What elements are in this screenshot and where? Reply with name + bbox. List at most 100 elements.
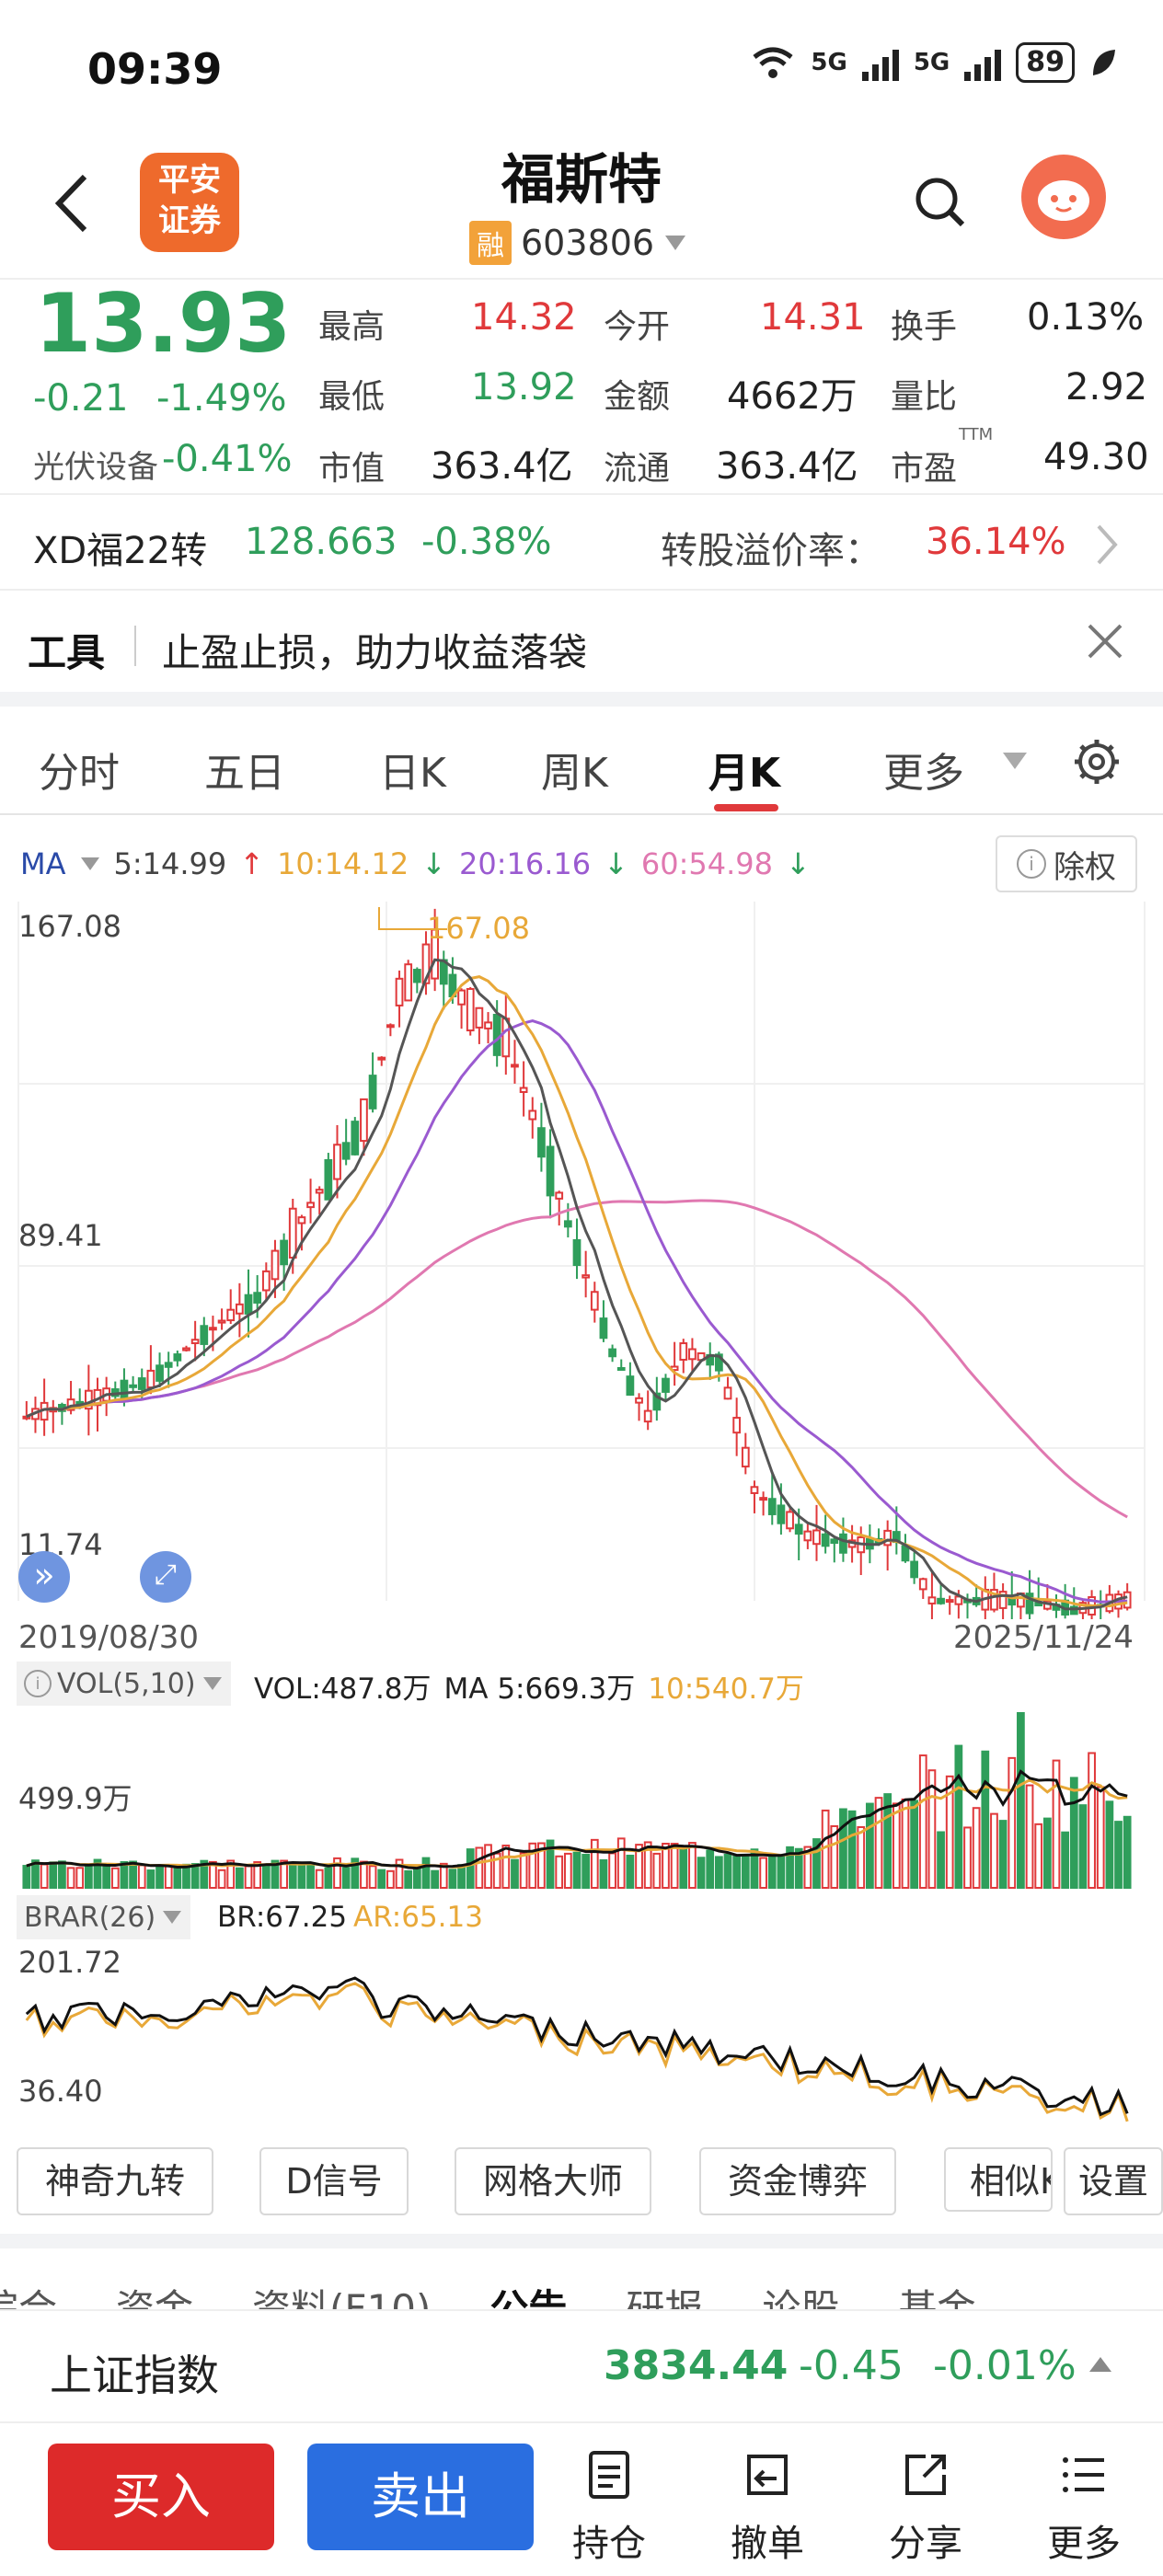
tab-more[interactable]: 更多 xyxy=(883,740,964,799)
volume-bar xyxy=(448,1869,457,1889)
share-label: 分享 xyxy=(889,2523,962,2565)
sector-name[interactable]: 光伏设备 xyxy=(33,442,158,487)
tool-separator xyxy=(134,626,136,666)
cancel-order-button[interactable]: 撤单 xyxy=(703,2447,832,2567)
tab-announcement[interactable]: 公告 xyxy=(489,2278,567,2309)
undo-icon xyxy=(747,2455,788,2495)
chip-d-signal[interactable]: D信号 xyxy=(259,2147,409,2215)
candle xyxy=(492,1014,501,1056)
chevron-down-icon xyxy=(202,1677,222,1690)
tab-f10[interactable]: 资料(F10) xyxy=(252,2278,431,2309)
volume-bar xyxy=(431,1869,440,1890)
close-icon[interactable] xyxy=(1086,622,1124,661)
quote-divider xyxy=(0,493,1163,495)
tab-forum[interactable]: 论股 xyxy=(762,2278,839,2309)
chip-grid-master[interactable]: 网格大师 xyxy=(455,2147,651,2215)
volume-bar xyxy=(918,1754,927,1889)
tab-research[interactable]: 研报 xyxy=(626,2278,703,2309)
candle xyxy=(412,969,421,983)
index-name: 上证指数 xyxy=(50,2351,219,2400)
chip-similar-k-label: 相似K xyxy=(970,2161,1051,2202)
volume-bar xyxy=(1017,1712,1025,1889)
volume-bar xyxy=(723,1853,732,1889)
share-button[interactable]: 分享 xyxy=(861,2447,990,2567)
chip-fund-game[interactable]: 资金博弈 xyxy=(699,2147,896,2215)
stock-name: 福斯特 xyxy=(501,148,662,211)
volume-bar xyxy=(49,1861,58,1889)
candle xyxy=(368,1075,377,1110)
volume-bar xyxy=(697,1857,706,1889)
margin-badge: 融 xyxy=(469,221,512,265)
bond-premium: 36.14% xyxy=(926,521,1066,563)
chip-similar-k[interactable]: 相似K xyxy=(944,2147,1053,2212)
bond-name: XD福22转 xyxy=(33,530,208,572)
volume-bar xyxy=(120,1861,129,1890)
sell-button[interactable]: 卖出 xyxy=(307,2444,534,2550)
volume-bar xyxy=(102,1863,111,1890)
candle xyxy=(546,1145,555,1197)
share-icon xyxy=(905,2455,946,2495)
candle xyxy=(466,987,475,1032)
chip-settings[interactable]: 设置 xyxy=(1064,2147,1163,2215)
tool-tip-text[interactable]: 止盈止损，助力收益落袋 xyxy=(162,622,587,678)
tab-five-day[interactable]: 五日 xyxy=(204,740,285,799)
ex-rights-button[interactable]: i 除权 xyxy=(996,835,1137,892)
volume-bar xyxy=(1042,1817,1052,1889)
bond-divider xyxy=(0,589,1163,591)
volume-bar xyxy=(857,1826,866,1889)
tab-fund[interactable]: 基金 xyxy=(898,2278,975,2309)
tab-daily-k[interactable]: 日K xyxy=(379,740,446,799)
candle xyxy=(537,1127,546,1158)
tab-general[interactable]: 综合 xyxy=(0,2278,57,2309)
candle xyxy=(582,1274,591,1279)
assistant-avatar-icon[interactable] xyxy=(1021,155,1106,239)
volume-bar xyxy=(164,1864,173,1889)
volume-bar xyxy=(511,1858,519,1889)
tab-intraday[interactable]: 分时 xyxy=(39,740,120,799)
candle xyxy=(457,989,466,1006)
ma-legend[interactable]: MA 5:14.99 ↑ 10:14.12 ↓ 20:16.16 ↓ 60:54.98… xyxy=(20,846,811,881)
fullscreen-icon[interactable]: ⤢ xyxy=(140,1551,191,1603)
gear-icon[interactable] xyxy=(1069,734,1124,789)
volume-bar xyxy=(626,1854,635,1890)
volume-bar xyxy=(741,1855,750,1890)
candle xyxy=(555,1191,564,1200)
candle xyxy=(839,1533,847,1554)
position-button[interactable]: 持仓 xyxy=(545,2447,674,2567)
ma60-value: 60:54.98 xyxy=(640,846,774,881)
vol-indicator-selector[interactable]: i VOL(5,10) xyxy=(17,1662,231,1706)
volume-bar xyxy=(66,1867,75,1889)
bond-premium-label: 转股溢价率： xyxy=(661,530,881,572)
more-button[interactable]: 更多 xyxy=(1019,2447,1148,2567)
vol-values: VOL:487.8万 MA 5:669.3万 10:540.7万 xyxy=(254,1665,804,1707)
volume-bar xyxy=(324,1867,333,1890)
last-price: 13.93 xyxy=(35,276,292,371)
volume-chart[interactable] xyxy=(0,1708,1163,1892)
candle xyxy=(918,1578,927,1591)
signal-icon xyxy=(861,44,899,81)
brar-chart[interactable] xyxy=(0,1932,1163,2134)
kline-chart[interactable] xyxy=(0,902,1163,1619)
vol-indicator-label: VOL(5,10) xyxy=(57,1667,196,1700)
volume-bar xyxy=(679,1846,688,1889)
brar-br-value: BR:67.25 xyxy=(217,1901,348,1934)
search-icon[interactable] xyxy=(913,175,968,230)
chevron-up-icon[interactable] xyxy=(1088,2355,1113,2374)
candle xyxy=(324,1158,333,1201)
candle xyxy=(883,1529,892,1547)
candle xyxy=(608,1348,616,1358)
ma5-value: 5:14.99 xyxy=(113,846,227,881)
volume-bar xyxy=(377,1869,386,1889)
candle xyxy=(173,1353,182,1362)
tab-funds[interactable]: 资金 xyxy=(116,2278,193,2309)
volume-bar xyxy=(519,1852,528,1890)
chip-magic-nine[interactable]: 神奇九转 xyxy=(17,2147,213,2215)
expand-icon[interactable]: » xyxy=(18,1551,70,1603)
volume-bar xyxy=(190,1863,200,1889)
stock-code-row[interactable]: 融 603806 xyxy=(469,221,687,265)
volume-bar xyxy=(1034,1823,1043,1889)
tab-weekly-k[interactable]: 周K xyxy=(541,740,608,799)
tab-monthly-k[interactable]: 月K xyxy=(708,740,780,799)
price-change: -0.21 xyxy=(33,377,129,420)
buy-button[interactable]: 买入 xyxy=(48,2444,274,2550)
